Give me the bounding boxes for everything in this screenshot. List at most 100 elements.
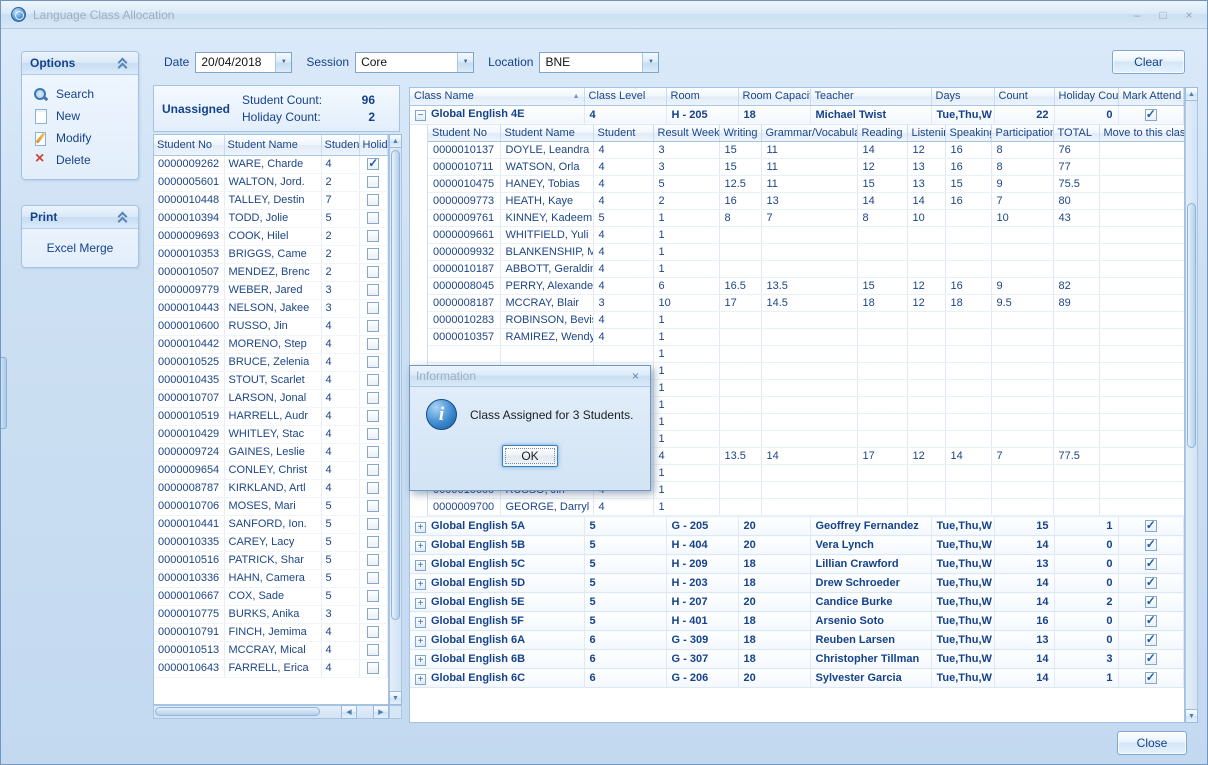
unassigned-student-row[interactable]: 0000010441 SANFORD, Ion. 5: [154, 515, 388, 533]
chevron-down-icon[interactable]: ▼: [275, 53, 291, 72]
holiday-checkbox[interactable]: [367, 302, 379, 314]
col-days[interactable]: Days: [931, 88, 994, 105]
holiday-checkbox[interactable]: [367, 536, 379, 548]
unassigned-student-row[interactable]: 0000010394 TODD, Jolie 5: [154, 209, 388, 227]
mark-attend-checkbox[interactable]: [1145, 596, 1157, 608]
holiday-checkbox[interactable]: [367, 608, 379, 620]
scroll-down-icon[interactable]: ▼: [389, 691, 402, 705]
class-row[interactable]: +Global English 5E 5 H - 207 20 Candice …: [410, 593, 1184, 612]
move-to-class-cell[interactable]: [1099, 482, 1184, 499]
mark-attend-checkbox[interactable]: [1145, 615, 1157, 627]
unassigned-student-row[interactable]: 0000010335 CAREY, Lacy 5: [154, 533, 388, 551]
expand-icon[interactable]: +: [415, 617, 426, 628]
unassigned-student-row[interactable]: 0000010448 TALLEY, Destin 7: [154, 191, 388, 209]
move-to-class-cell[interactable]: [1099, 448, 1184, 465]
class-row[interactable]: +Global English 5B 5 H - 404 20 Vera Lyn…: [410, 536, 1184, 555]
class-row[interactable]: +Global English 5C 5 H - 209 18 Lillian …: [410, 555, 1184, 574]
session-select[interactable]: Core ▼: [355, 52, 474, 73]
collapse-icon[interactable]: −: [415, 110, 426, 121]
options-panel-header[interactable]: Options: [22, 52, 138, 75]
class-student-row[interactable]: 0000010283 ROBINSON, Bevis 4 1: [428, 312, 1184, 329]
class-grid-vertical-scrollbar[interactable]: ▲ ▼: [1185, 87, 1198, 723]
move-to-class-cell[interactable]: [1099, 261, 1184, 278]
scroll-left-icon[interactable]: ◀: [341, 705, 357, 719]
class-student-row[interactable]: 0000010187 ABBOTT, Geraldine 4 1: [428, 261, 1184, 278]
unassigned-student-row[interactable]: 0000005601 WALTON, Jord. 2: [154, 173, 388, 191]
class-row[interactable]: +Global English 6B 6 G - 307 18 Christop…: [410, 650, 1184, 669]
move-to-class-cell[interactable]: [1099, 346, 1184, 363]
holiday-checkbox[interactable]: [367, 266, 379, 278]
holiday-checkbox[interactable]: [367, 572, 379, 584]
unassigned-student-row[interactable]: 0000008787 KIRKLAND, Artl 4: [154, 479, 388, 497]
options-panel-item[interactable]: Search: [22, 83, 138, 105]
print-panel-item[interactable]: Excel Merge: [22, 237, 138, 259]
col-student-name[interactable]: Student Name: [500, 125, 593, 142]
class-row-expanded[interactable]: −Global English 4E 4 H - 205 18 Michael …: [410, 105, 1184, 124]
col-participation[interactable]: Participation: [991, 125, 1053, 142]
unassigned-student-row[interactable]: 0000010516 PATRICK, Shar 5: [154, 551, 388, 569]
col-room-capacity[interactable]: Room Capacit: [738, 88, 810, 105]
holiday-checkbox[interactable]: [367, 590, 379, 602]
clear-button[interactable]: Clear: [1112, 50, 1185, 74]
close-button[interactable]: Close: [1117, 731, 1187, 755]
expand-icon[interactable]: +: [415, 541, 426, 552]
unassigned-student-row[interactable]: 0000010519 HARRELL, Audr 4: [154, 407, 388, 425]
date-input[interactable]: 20/04/2018 ▼: [195, 52, 292, 73]
mark-attend-checkbox[interactable]: [1145, 672, 1157, 684]
col-room[interactable]: Room: [666, 88, 738, 105]
col-student-no[interactable]: Student No: [428, 125, 500, 142]
expand-icon[interactable]: +: [415, 674, 426, 685]
col-holiday[interactable]: Holid: [359, 135, 388, 155]
unassigned-student-row[interactable]: 0000010667 COX, Sade 5: [154, 587, 388, 605]
class-student-row[interactable]: 0000008187 MCCRAY, Blair 3 10 17 14.5 18…: [428, 295, 1184, 312]
print-panel-header[interactable]: Print: [22, 206, 138, 229]
col-speaking[interactable]: Speaking: [945, 125, 991, 142]
holiday-checkbox[interactable]: [367, 392, 379, 404]
options-panel-item[interactable]: Delete: [22, 149, 138, 171]
holiday-checkbox[interactable]: [367, 176, 379, 188]
holiday-checkbox[interactable]: [367, 482, 379, 494]
titlebar[interactable]: Language Class Allocation – □ ×: [1, 1, 1207, 29]
col-holiday-count[interactable]: Holiday Cour: [1054, 88, 1118, 105]
options-panel-item[interactable]: Modify: [22, 127, 138, 149]
class-student-row[interactable]: 0000010137 DOYLE, Leandra 4 3 15 11 14 1…: [428, 142, 1184, 159]
scroll-up-icon[interactable]: ▲: [389, 134, 402, 148]
move-to-class-cell[interactable]: [1099, 465, 1184, 482]
mark-attend-checkbox[interactable]: [1145, 653, 1157, 665]
unassigned-vertical-scrollbar[interactable]: ▲ ▼: [389, 134, 402, 705]
holiday-checkbox[interactable]: [367, 284, 379, 296]
move-to-class-cell[interactable]: [1099, 142, 1184, 159]
holiday-checkbox[interactable]: [367, 158, 379, 170]
mark-attend-checkbox[interactable]: [1145, 109, 1157, 121]
holiday-checkbox[interactable]: [367, 626, 379, 638]
location-select[interactable]: BNE ▼: [539, 52, 659, 73]
scrollbar-thumb[interactable]: [1187, 203, 1196, 448]
close-window-icon[interactable]: ×: [1177, 5, 1201, 24]
holiday-checkbox[interactable]: [367, 428, 379, 440]
move-to-class-cell[interactable]: [1099, 363, 1184, 380]
dialog-titlebar[interactable]: Information ×: [410, 366, 650, 387]
panel-splitter-grip[interactable]: [1, 357, 7, 429]
class-student-row[interactable]: 0000010357 RAMIREZ, Wendy 4 1: [428, 329, 1184, 346]
unassigned-student-row[interactable]: 0000009724 GAINES, Leslie 4: [154, 443, 388, 461]
maximize-icon[interactable]: □: [1151, 5, 1175, 24]
move-to-class-cell[interactable]: [1099, 210, 1184, 227]
move-to-class-cell[interactable]: [1099, 295, 1184, 312]
holiday-checkbox[interactable]: [367, 518, 379, 530]
holiday-checkbox[interactable]: [367, 410, 379, 422]
move-to-class-cell[interactable]: [1099, 414, 1184, 431]
unassigned-student-row[interactable]: 0000010643 FARRELL, Erica 4: [154, 659, 388, 677]
col-class-level[interactable]: Class Level: [584, 88, 666, 105]
move-to-class-cell[interactable]: [1099, 397, 1184, 414]
col-mark-attend[interactable]: Mark Attend: [1118, 88, 1184, 105]
mark-attend-checkbox[interactable]: [1145, 558, 1157, 570]
class-student-row[interactable]: 0000009661 WHITFIELD, Yuli 4 1: [428, 227, 1184, 244]
class-row[interactable]: +Global English 5D 5 H - 203 18 Drew Sch…: [410, 574, 1184, 593]
col-student-level[interactable]: Student: [593, 125, 653, 142]
class-student-row[interactable]: 0000009700 GEORGE, Darryl 4 1: [428, 499, 1184, 516]
unassigned-student-row[interactable]: 0000009779 WEBER, Jared 3: [154, 281, 388, 299]
move-to-class-cell[interactable]: [1099, 278, 1184, 295]
move-to-class-cell[interactable]: [1099, 431, 1184, 448]
holiday-checkbox[interactable]: [367, 338, 379, 350]
minimize-icon[interactable]: –: [1125, 5, 1149, 24]
